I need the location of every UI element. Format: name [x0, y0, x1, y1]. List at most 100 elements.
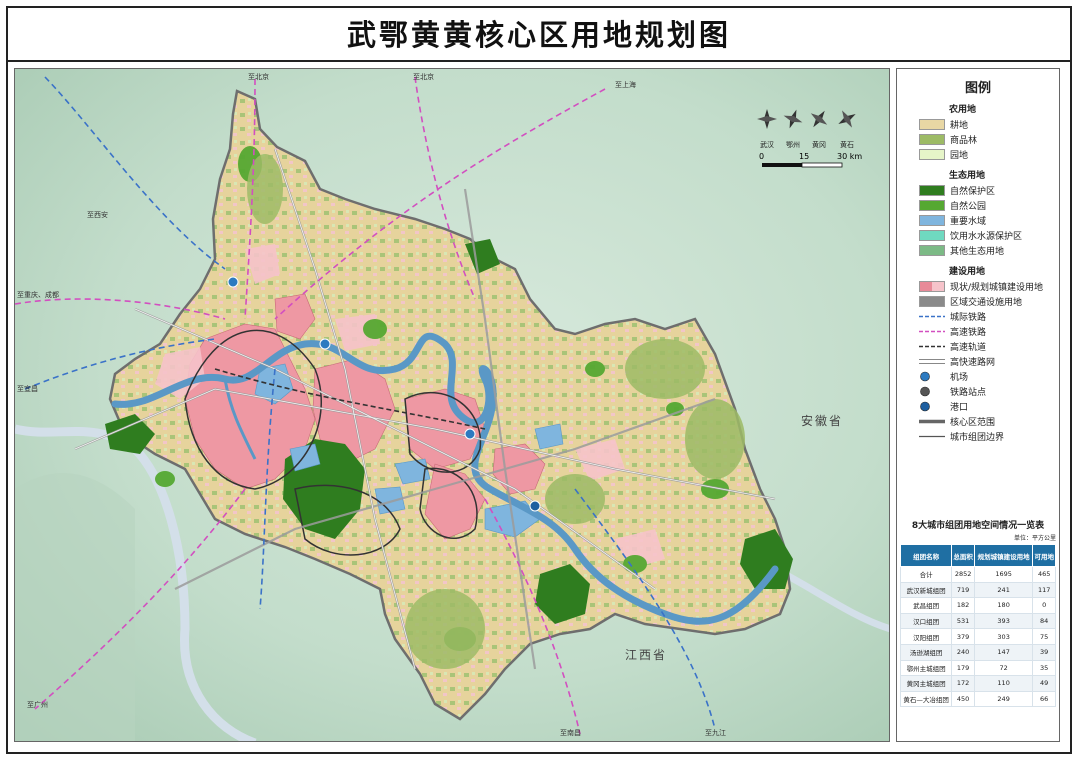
legend-label: 自然保护区: [950, 187, 996, 197]
table-row: 汉口组团 531 393 84: [899, 612, 1056, 630]
legend-item: 自然保护区: [897, 183, 1059, 198]
table-cell: 0: [1032, 597, 1056, 614]
cluster-table: 8大城市组团用地空间情况一览表 单位：平方公里 组团名称 总面积 规划城镇建设用地可…: [899, 518, 1056, 708]
table-cell: 66: [1032, 690, 1056, 708]
legend-label: 现状/规划城镇建设用地: [950, 283, 1044, 293]
table-cell: 531: [951, 612, 975, 630]
table-unit: 单位：平方公里: [1013, 535, 1056, 542]
legend-item: 区域交通设施用地: [897, 294, 1059, 309]
legend-label: 高速铁路: [950, 328, 987, 338]
legend-item: 铁路站点: [897, 384, 1059, 399]
legend-label: 园地: [950, 151, 969, 161]
table-cell: 武汉新城组团: [899, 581, 953, 599]
legend-swatch: [919, 371, 945, 382]
table-cell: 汤逊湖组团: [899, 643, 953, 661]
port-icon: [529, 500, 541, 512]
legend-group-title: 农用地: [949, 105, 977, 115]
legend-label: 区域交通设施用地: [950, 298, 1023, 308]
legend-label: 耕地: [950, 121, 969, 131]
table-cell: 182: [951, 597, 975, 614]
svg-text:0: 0: [759, 152, 764, 161]
table-cell: 鄂州主城组团: [899, 659, 953, 677]
table-cell: 49: [1032, 675, 1056, 692]
table-cell: 180: [973, 597, 1034, 614]
legend-label: 饮用水水源保护区: [950, 232, 1023, 242]
map-svg[interactable]: 至北京 至北京 至上海 至西安 至重庆、成都 至宜昌 至广州 至南昌 至九江 安…: [15, 69, 890, 742]
map-canvas[interactable]: 至北京 至北京 至上海 至西安 至重庆、成都 至宜昌 至广州 至南昌 至九江 安…: [14, 68, 890, 742]
table-cell: 303: [973, 628, 1034, 645]
label-yichang: 至宜昌: [17, 384, 38, 393]
legend-label: 港口: [950, 403, 969, 413]
legend-swatch: [919, 356, 945, 367]
legend-label: 核心区范围: [950, 418, 996, 428]
table-title: 8大城市组团用地空间情况一览表: [911, 521, 1045, 531]
table-cell: 117: [1032, 581, 1056, 599]
svg-text:黄石: 黄石: [840, 140, 854, 149]
table-cell: 179: [951, 659, 975, 677]
legend-label: 高速轨道: [950, 343, 987, 353]
legend-item: 港口: [897, 399, 1059, 414]
table-cell: 39: [1032, 643, 1056, 661]
table-cell: 379: [951, 628, 975, 645]
table-cell: 汉口组团: [899, 612, 953, 630]
province-anhui: 安徽省: [801, 413, 843, 428]
legend-label: 其他生态用地: [950, 247, 1005, 257]
legend-swatch: [919, 119, 945, 130]
table-cell: 35: [1032, 659, 1056, 677]
legend-group-title: 建设用地: [949, 267, 986, 277]
legend-label: 城市组团边界: [950, 433, 1005, 443]
label-beijing1: 至北京: [248, 72, 269, 81]
table-row: 鄂州主城组团 179 72 35: [899, 659, 1056, 677]
legend-swatch: [919, 296, 945, 307]
table-header-cell: 规划城镇建设用地: [973, 544, 1034, 567]
legend-item: 城际铁路: [897, 309, 1059, 324]
legend-label: 城际铁路: [950, 313, 987, 323]
table-cell: 719: [951, 581, 975, 599]
table-header-cell: 可用地: [1032, 544, 1056, 567]
table-cell: 黄冈主城组团: [899, 675, 953, 692]
label-nanchang: 至南昌: [560, 728, 581, 737]
table-row: 黄冈主城组团 172 110 49: [899, 675, 1056, 692]
table-row: 黄石—大冶组团 450 249 66: [899, 690, 1056, 708]
table-cell: 2852: [951, 566, 975, 583]
legend-item: 现状/规划城镇建设用地: [897, 279, 1059, 294]
table-cell: 1695: [973, 566, 1034, 583]
legend-item: 机场: [897, 369, 1059, 384]
table-cell: 172: [951, 675, 975, 692]
legend-swatch: [919, 185, 945, 196]
legend-item: 高速铁路: [897, 324, 1059, 339]
legend-swatch: [919, 281, 945, 292]
table-cell: 75: [1032, 628, 1056, 645]
airport-icon: [319, 338, 331, 350]
legend-item: 高速轨道: [897, 339, 1059, 354]
legend-swatch: [919, 431, 945, 442]
label-xian: 至西安: [87, 210, 108, 219]
label-guangzhou: 至广州: [27, 700, 48, 709]
svg-text:黄冈: 黄冈: [812, 140, 826, 149]
table-cell: 72: [973, 659, 1034, 677]
label-beijing2: 至北京: [413, 72, 434, 81]
label-jiujiang: 至九江: [705, 728, 726, 737]
label-shanghai: 至上海: [615, 80, 636, 89]
legend-swatch: [919, 200, 945, 211]
table-row: 合计 2852 1695 465: [899, 566, 1056, 583]
legend-groups: 农用地 耕地 商品林 园地 生态用地 自然保护区 自然公园 重要水域 饮用水水源保护区 其他生态用…: [897, 102, 1059, 444]
table-row: 汉阳组团 379 303 75: [899, 628, 1056, 645]
legend-swatch: [919, 341, 945, 352]
airport-icon: [227, 276, 239, 288]
legend-title: 图例: [964, 81, 991, 96]
table-header-cell: 组团名称: [899, 544, 953, 567]
legend-swatch: [919, 134, 945, 145]
svg-text:15: 15: [799, 152, 809, 161]
title-bar: 武鄂黄黄核心区用地规划图: [6, 6, 1072, 62]
table-cell: 241: [973, 581, 1034, 599]
legend-item: 重要水域: [897, 213, 1059, 228]
map-title: 武鄂黄黄核心区用地规划图: [346, 18, 731, 52]
table-cell: 武昌组团: [899, 597, 953, 614]
svg-text:武汉: 武汉: [760, 140, 774, 149]
legend-swatch: [919, 215, 945, 226]
airport-icon: [464, 428, 476, 440]
legend-item: 高快速路网: [897, 354, 1059, 369]
label-chongqing: 至重庆、成都: [17, 290, 59, 299]
table-cell: 黄石—大冶组团: [899, 690, 953, 708]
